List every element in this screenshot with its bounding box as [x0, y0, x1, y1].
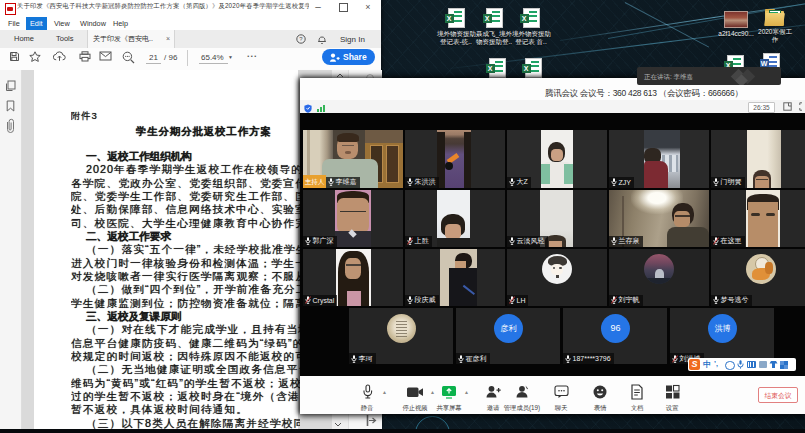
svg-text:?: ?	[299, 36, 303, 42]
